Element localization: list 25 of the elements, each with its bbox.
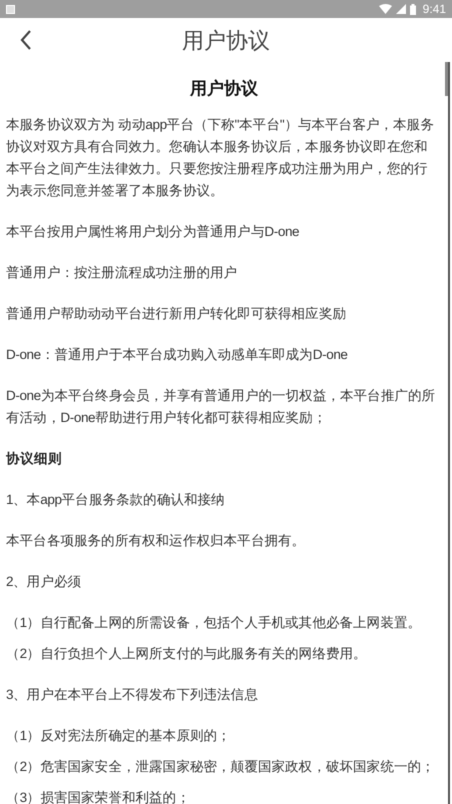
paragraph: 2、用户必须 <box>6 573 82 591</box>
status-time: 9:41 <box>422 1 446 18</box>
signal-icon <box>396 4 406 14</box>
list-item: （1）反对宪法所确定的基本原则的； <box>6 727 232 745</box>
paragraph: 本平台各项服务的所有权和运作权归本平台拥有。 <box>6 532 306 550</box>
paragraph: 本服务协议双方为 动动app平台（下称"本平台"）与本平台客户，本服务协议对双方具有合同效力。您确认本服务协议后，本服务协议即在您和本平台之间产生法律效力。只要您按注册程序成功注册为用户，您的行为表示您同意并签署了本服务协议。 <box>6 116 435 200</box>
paragraph: 本平台按用户属性将用户划分为普通用户与D-one <box>6 223 300 241</box>
paragraph: 普通用户：按注册流程成功注册的用户 <box>6 264 238 282</box>
back-icon <box>20 30 32 50</box>
paragraph: 1、本app平台服务条款的确认和接纳 <box>6 491 226 509</box>
paragraph: D-one：普通用户于本平台成功购入动感单车即成为D-one <box>6 346 349 364</box>
battery-icon <box>410 4 416 14</box>
list-item: （1）自行配备上网的所需设备，包括个人手机或其他必备上网装置。 <box>6 614 422 632</box>
paragraph: 普通用户帮助动动平台进行新用户转化即可获得相应奖励 <box>6 305 348 323</box>
page-title: 用户协议 <box>182 26 270 54</box>
notification-icon <box>6 4 15 14</box>
wifi-icon <box>378 4 392 14</box>
section-heading: 协议细则 <box>6 450 63 468</box>
list-item: （2）自行负担个人上网所支付的与此服务有关的网络费用。 <box>6 645 368 663</box>
paragraph: D-one为本平台终身会员，并享有普通用户的一切权益，本平台推广的所有活动，D-one帮助进行用户转化都可获得相应奖励； <box>6 387 436 427</box>
list-item: （3）损害国家荣誉和利益的； <box>6 789 191 804</box>
scrollbar-thumb <box>445 62 448 96</box>
list-item: （2）危害国家安全，泄露国家秘密，颠覆国家政权，破坏国家统一的； <box>6 758 436 776</box>
paragraph: 3、用户在本平台上不得发布下列违法信息 <box>6 686 259 704</box>
document-title: 用户协议 <box>190 79 258 98</box>
